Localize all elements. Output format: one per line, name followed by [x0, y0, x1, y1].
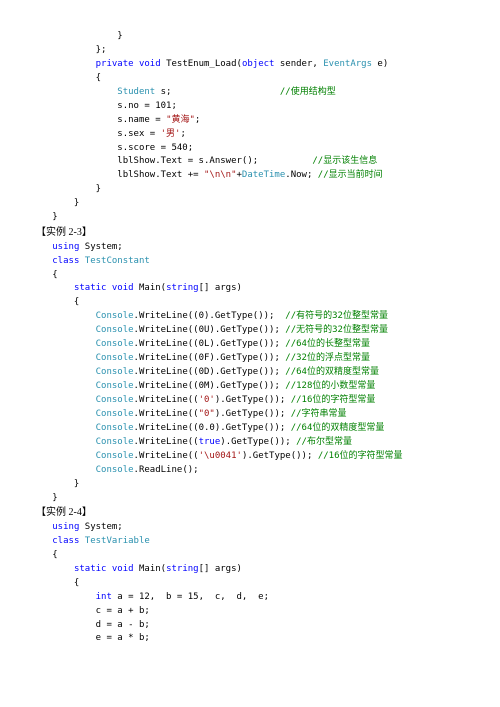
- code-line: }: [36, 197, 464, 211]
- code-line: s.sex = '男';: [36, 128, 464, 142]
- code-line: Student s; //使用结构型: [36, 86, 464, 100]
- code-line: Console.WriteLine((0U).GetType()); //无符号…: [36, 324, 464, 338]
- code-line: }: [36, 492, 464, 506]
- code-line: class TestConstant: [36, 255, 464, 269]
- code-line: };: [36, 44, 464, 58]
- code-block-3: using System; class TestVariable { stati…: [36, 521, 464, 646]
- code-line: }: [36, 211, 464, 225]
- code-line: using System;: [36, 241, 464, 255]
- code-line: {: [36, 549, 464, 563]
- code-line: Console.WriteLine((0F).GetType()); //32位…: [36, 352, 464, 366]
- code-line: }: [36, 478, 464, 492]
- code-line: Console.WriteLine((0L).GetType()); //64位…: [36, 338, 464, 352]
- code-line: }: [36, 183, 464, 197]
- code-line: Console.WriteLine((0).GetType()); //有符号的…: [36, 310, 464, 324]
- code-line: class TestVariable: [36, 535, 464, 549]
- code-block-2: using System; class TestConstant { stati…: [36, 241, 464, 506]
- code-line: c = a + b;: [36, 605, 464, 619]
- code-line: private void TestEnum_Load(object sender…: [36, 58, 464, 72]
- code-line: Console.WriteLine(("0").GetType()); //字符…: [36, 408, 464, 422]
- code-line: Console.WriteLine(('0').GetType()); //16…: [36, 394, 464, 408]
- code-line: e = a * b;: [36, 632, 464, 646]
- code-line: static void Main(string[] args): [36, 563, 464, 577]
- code-line: Console.WriteLine((true).GetType()); //布…: [36, 436, 464, 450]
- code-line: s.score = 540;: [36, 142, 464, 156]
- code-line: s.no = 101;: [36, 100, 464, 114]
- code-line: {: [36, 577, 464, 591]
- code-line: int a = 12, b = 15, c, d, e;: [36, 591, 464, 605]
- code-line: Console.WriteLine((0.0).GetType()); //64…: [36, 422, 464, 436]
- code-line: Console.WriteLine((0D).GetType()); //64位…: [36, 366, 464, 380]
- code-line: s.name = "黄海";: [36, 114, 464, 128]
- code-line: d = a - b;: [36, 619, 464, 633]
- code-line: }: [36, 30, 464, 44]
- code-line: {: [36, 72, 464, 86]
- code-line: using System;: [36, 521, 464, 535]
- code-line: lblShow.Text += "\n\n"+DateTime.Now; //显…: [36, 169, 464, 183]
- code-line: Console.WriteLine((0M).GetType()); //128…: [36, 380, 464, 394]
- example-2-4-header: 【实例 2-4】: [36, 505, 464, 521]
- code-line: Console.ReadLine();: [36, 464, 464, 478]
- code-line: Console.WriteLine(('\u0041').GetType());…: [36, 450, 464, 464]
- code-block-1: } }; private void TestEnum_Load(object s…: [36, 30, 464, 225]
- code-line: {: [36, 269, 464, 283]
- example-2-3-header: 【实例 2-3】: [36, 225, 464, 241]
- code-line: static void Main(string[] args): [36, 282, 464, 296]
- code-line: {: [36, 296, 464, 310]
- code-line: lblShow.Text = s.Answer(); //显示该生信息: [36, 155, 464, 169]
